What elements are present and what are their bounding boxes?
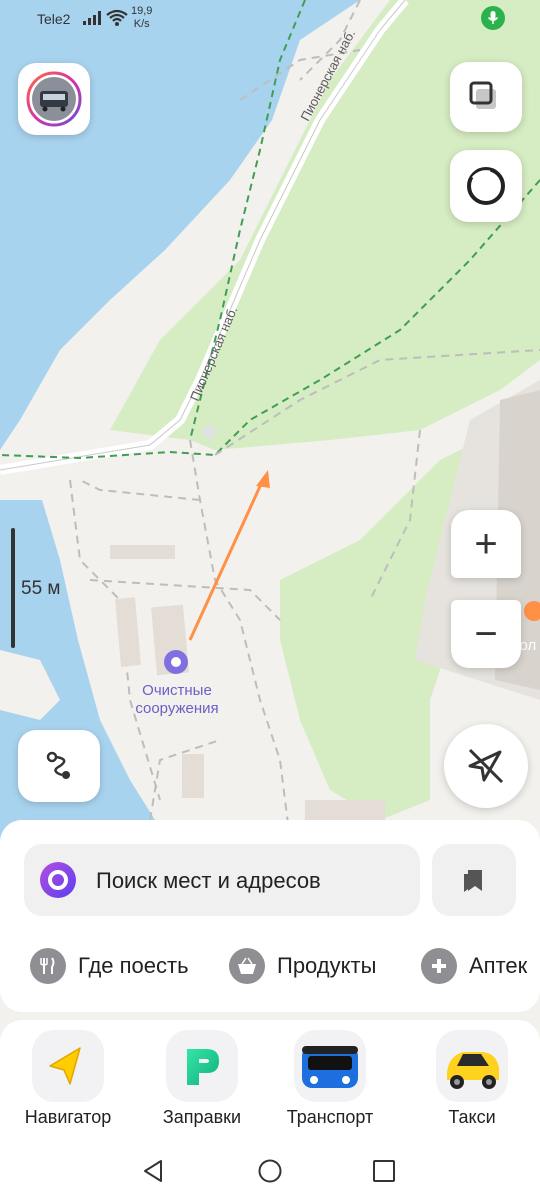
carrier-label: Tele2: [37, 11, 71, 27]
search-bar[interactable]: Поиск мест и адресов: [24, 844, 420, 916]
home-icon[interactable]: [257, 1158, 283, 1184]
wifi-icon: [106, 9, 128, 26]
category-pharmacy[interactable]: Аптек: [421, 944, 527, 988]
scale-label: 55 м: [21, 578, 61, 599]
app-label: Заправки: [162, 1107, 242, 1127]
minus-icon: −: [474, 612, 498, 656]
category-label: Продукты: [277, 953, 377, 978]
plus-icon: +: [474, 522, 498, 566]
alice-icon: [40, 862, 76, 898]
layers-icon: [469, 81, 496, 109]
category-food[interactable]: Где поесть: [30, 944, 189, 988]
back-icon[interactable]: [141, 1158, 167, 1184]
network-speed: 19,9 K/s: [131, 5, 152, 31]
search-input[interactable]: Поиск мест и адресов: [96, 868, 321, 894]
alice-assistant-button[interactable]: [450, 150, 522, 222]
bookmarks-icon: [464, 870, 482, 892]
app-transport[interactable]: Транспорт: [280, 1030, 380, 1140]
app-refuel[interactable]: Заправки: [152, 1030, 252, 1140]
bottom-sheet: Поиск мест и адресов Где поесть Продукты…: [0, 820, 540, 1012]
avatar: [26, 71, 82, 127]
fork-knife-icon: [30, 948, 66, 984]
layers-button[interactable]: [450, 62, 522, 132]
system-nav-bar: [0, 1148, 540, 1200]
speed-value: 19,9: [131, 5, 153, 17]
refuel-icon: [166, 1030, 238, 1102]
category-label: Где поесть: [78, 953, 189, 978]
location-off-icon: [468, 748, 504, 784]
recents-icon[interactable]: [371, 1158, 397, 1184]
profile-avatar-button[interactable]: [18, 63, 90, 135]
app-label: Транспорт: [286, 1107, 374, 1127]
taxi-icon: [436, 1030, 508, 1102]
route-icon: [46, 751, 70, 779]
route-button[interactable]: [18, 730, 100, 802]
zoom-in-button[interactable]: +: [451, 510, 521, 578]
signal-icon: [83, 11, 101, 25]
category-groceries[interactable]: Продукты: [229, 944, 376, 988]
zoom-out-button[interactable]: −: [451, 600, 521, 668]
speed-unit: K/s: [133, 18, 150, 30]
alice-ring-icon: [467, 167, 505, 205]
category-row: Где поесть Продукты Аптек: [0, 944, 540, 988]
plus-icon: [421, 948, 457, 984]
category-label: Аптек: [469, 953, 528, 978]
status-bar: Tele2 19,9 K/s: [0, 0, 540, 40]
bus-icon: [294, 1030, 366, 1102]
microphone-indicator-icon: [481, 6, 505, 30]
service-dock: Навигатор Заправки Транспорт Такси: [0, 1020, 540, 1148]
scale-bar: [11, 528, 15, 648]
poi-label[interactable]: Очистные сооружения: [112, 682, 242, 718]
location-button[interactable]: [444, 724, 528, 808]
app-taxi[interactable]: Такси: [422, 1030, 522, 1140]
app-navigator[interactable]: Навигатор: [18, 1030, 118, 1140]
app-label: Такси: [448, 1107, 496, 1127]
basket-icon: [229, 948, 265, 984]
bookmarks-button[interactable]: [432, 844, 516, 916]
app-label: Навигатор: [24, 1107, 112, 1127]
navigator-icon: [32, 1030, 104, 1102]
